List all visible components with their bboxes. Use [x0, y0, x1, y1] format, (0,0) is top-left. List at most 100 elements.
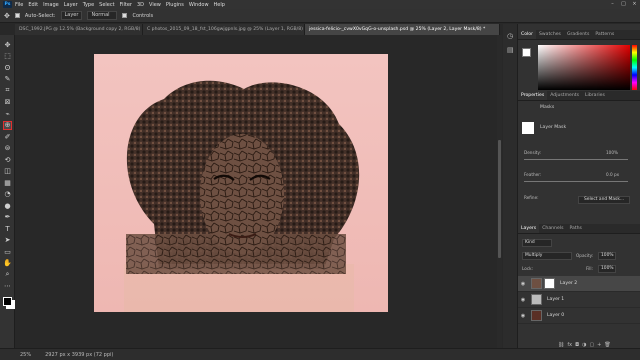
tab-patterns[interactable]: Patterns [592, 30, 617, 39]
healing-icon[interactable]: ⊕ [3, 120, 12, 130]
menu-bar: Ps File Edit Image Layer Type Select Filter 3D V… [0, 0, 640, 9]
visibility-eye-icon[interactable]: ◉ [518, 281, 528, 287]
maximize-button[interactable]: □ [618, 0, 629, 9]
foreground-swatch[interactable] [522, 48, 531, 57]
visibility-eye-icon[interactable]: ◉ [518, 313, 528, 319]
tab-swatches[interactable]: Swatches [536, 30, 564, 39]
menu-item-type[interactable]: Type [83, 2, 94, 8]
link-icon[interactable]: ⛓ [558, 342, 564, 350]
pen-icon[interactable]: ✒ [3, 213, 12, 222]
doc-tab[interactable]: DSC_1992.JPG @ 12.5% (Background copy 2,… [15, 24, 143, 35]
visibility-eye-icon[interactable]: ◉ [518, 297, 528, 303]
dodge-icon[interactable]: ● [3, 201, 12, 210]
options-bar: ✥ Auto-Select: Layer Normal Controls [0, 9, 640, 23]
shape-icon[interactable]: ▭ [3, 247, 12, 256]
tab-channels[interactable]: Channels [539, 224, 566, 233]
brush-icon[interactable]: ✐ [3, 132, 12, 141]
doc-tab-active[interactable]: jessica-felicio-_cvwX0vGqG-o-unsplash.ps… [305, 24, 500, 35]
hue-slider[interactable] [632, 45, 637, 90]
more-tools-icon[interactable]: ⋯ [3, 282, 12, 291]
layer-name[interactable]: Layer 1 [547, 297, 564, 302]
gradient-icon[interactable]: ▦ [3, 178, 12, 187]
fx-icon[interactable]: fx [567, 342, 572, 350]
group-icon[interactable]: ▢ [589, 342, 594, 350]
layer-name[interactable]: Layer 2 [560, 281, 577, 286]
auto-select-dropdown[interactable]: Layer [60, 11, 83, 20]
trash-icon[interactable]: 🗑 [604, 342, 610, 350]
photoshop-logo: Ps [3, 1, 12, 8]
tab-gradients[interactable]: Gradients [564, 30, 592, 39]
mode-dropdown[interactable]: Normal [87, 11, 118, 20]
menu-item-window[interactable]: Window [189, 2, 209, 8]
layer-row[interactable]: ◉ Layer 2 [518, 276, 640, 292]
tab-properties[interactable]: Properties [518, 91, 548, 100]
layer-comps-icon[interactable]: ▤ [507, 46, 514, 54]
lock-label: Lock: [522, 266, 533, 271]
color-panel-tabs: Color Swatches Gradients Patterns [518, 30, 640, 40]
portrait-artwork [124, 80, 360, 312]
scroll-thumb[interactable] [498, 140, 501, 258]
menu-item-filter[interactable]: Filter [120, 2, 132, 8]
zoom-level[interactable]: 25% [20, 352, 31, 358]
color-picker-field[interactable] [538, 45, 630, 90]
layer-mask-thumbnail[interactable] [544, 278, 555, 289]
menu-item-plugins[interactable]: Plugins [166, 2, 184, 8]
close-button[interactable]: × [629, 0, 640, 9]
blur-icon[interactable]: ◔ [3, 190, 12, 199]
menu-item-help[interactable]: Help [214, 2, 225, 8]
clone-stamp-icon[interactable]: ⊜ [3, 144, 12, 153]
history-icon[interactable]: ◷ [507, 32, 513, 40]
feather-value[interactable]: 0.0 px [606, 172, 619, 177]
hand-icon[interactable]: ✋ [3, 259, 12, 268]
adjustment-icon[interactable]: ◑ [582, 342, 586, 350]
tab-libraries[interactable]: Libraries [582, 91, 608, 100]
eyedropper-icon[interactable]: ⌁ [3, 109, 12, 118]
zoom-icon[interactable]: ⌕ [3, 270, 12, 279]
eraser-icon[interactable]: ◫ [3, 167, 12, 176]
fill-field[interactable]: 100% [598, 265, 616, 273]
menu-item-view[interactable]: View [149, 2, 161, 8]
path-select-icon[interactable]: ➤ [3, 236, 12, 245]
auto-select-checkbox[interactable] [14, 13, 20, 18]
tab-adjustments[interactable]: Adjustments [547, 91, 582, 100]
move-icon[interactable]: ✥ [3, 40, 12, 49]
document-canvas[interactable] [94, 54, 388, 312]
menu-item-image[interactable]: Image [43, 2, 59, 8]
quick-select-icon[interactable]: ✎ [3, 75, 12, 84]
layer-filter-kind[interactable]: Kind [522, 239, 552, 247]
layer-row[interactable]: ◉ Layer 1 [518, 292, 640, 308]
doc-tab[interactable]: C photos_2015_09_18_fst_106gwjgpnls.jpg … [143, 24, 305, 35]
density-value[interactable]: 100% [606, 150, 618, 155]
type-icon[interactable]: T [3, 224, 12, 233]
vertical-scrollbar[interactable] [497, 35, 502, 348]
density-label: Density: [524, 150, 542, 155]
fill-label: Fill: [586, 266, 594, 271]
menu-item-layer[interactable]: Layer [64, 2, 78, 8]
blend-mode-select[interactable]: Multiply [522, 252, 572, 260]
layer-row[interactable]: ◉ Layer 0 [518, 308, 640, 324]
foreground-background-colors[interactable] [3, 297, 12, 306]
tab-layers[interactable]: Layers [518, 224, 540, 233]
lasso-icon[interactable]: ʘ [3, 63, 12, 72]
marquee-icon[interactable]: ⬚ [3, 52, 12, 61]
menu-item-file[interactable]: File [15, 2, 23, 8]
menu-item-select[interactable]: Select [99, 2, 114, 8]
select-and-mask-button[interactable]: Select and Mask... [578, 196, 630, 204]
mask-icon[interactable]: ◘ [575, 342, 579, 350]
tab-color[interactable]: Color [518, 30, 536, 39]
opacity-field[interactable]: 100% [598, 252, 616, 260]
new-layer-icon[interactable]: + [597, 342, 601, 350]
crop-icon[interactable]: ⌗ [3, 86, 12, 95]
minimize-button[interactable]: – [607, 0, 618, 9]
layer-name[interactable]: Layer 0 [547, 313, 564, 318]
opacity-label: Opacity: [576, 253, 594, 258]
menu-item-3d[interactable]: 3D [137, 2, 144, 8]
move-tool-icon[interactable]: ✥ [4, 12, 10, 20]
controls-checkbox[interactable] [122, 13, 128, 18]
density-slider[interactable] [524, 159, 628, 160]
tab-paths[interactable]: Paths [566, 224, 585, 233]
feather-slider[interactable] [524, 181, 628, 182]
menu-item-edit[interactable]: Edit [28, 2, 38, 8]
history-brush-icon[interactable]: ⟲ [3, 155, 12, 164]
frame-icon[interactable]: ⊠ [3, 98, 12, 107]
